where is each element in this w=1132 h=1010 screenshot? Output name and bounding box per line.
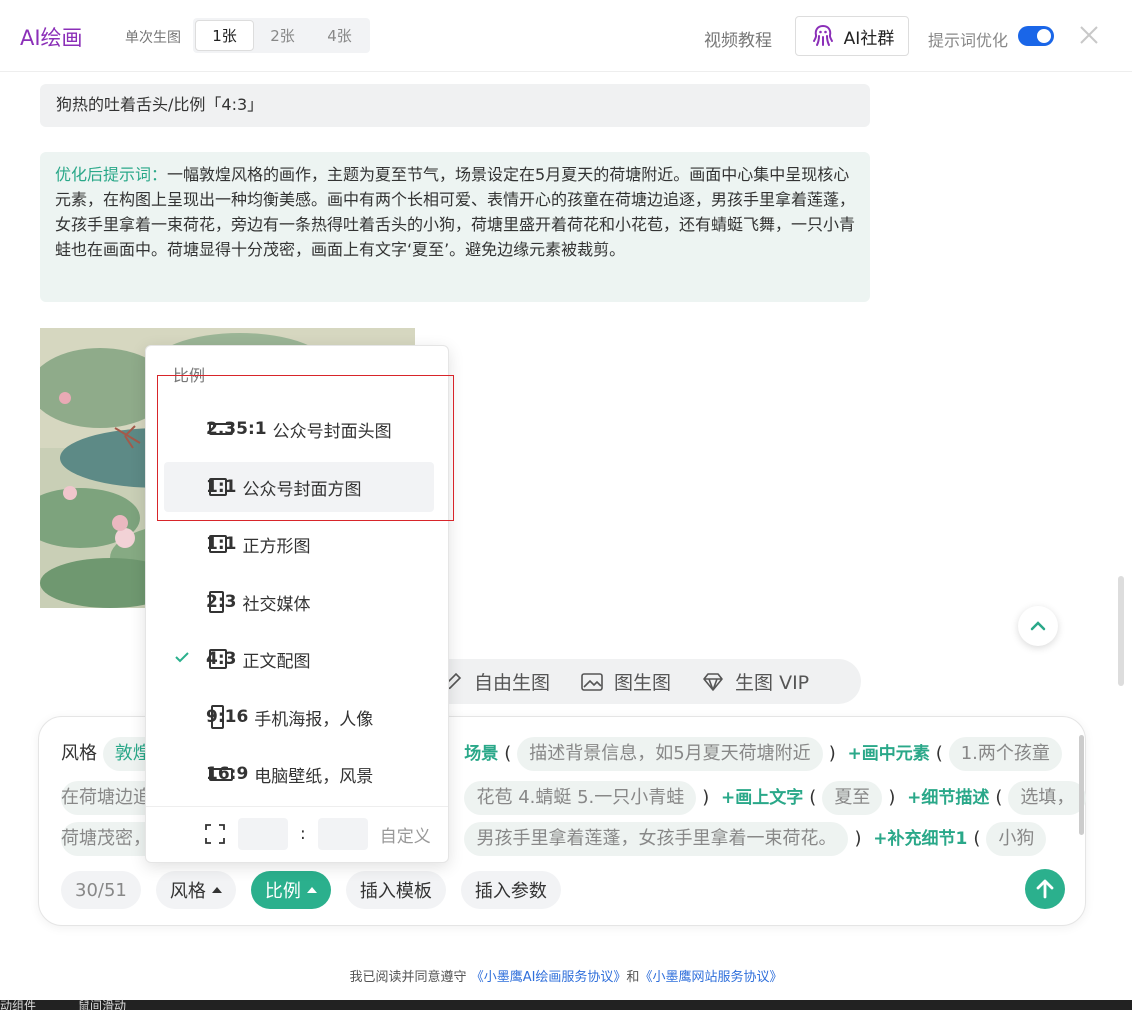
custom-width-input[interactable] — [238, 818, 288, 850]
ratio-label: 社交媒体 — [242, 594, 311, 615]
mode-vip-generate[interactable]: 生图 VIP — [701, 668, 809, 695]
agreement-prefix: 我已阅读并同意遵守 — [349, 970, 467, 985]
dropdown-divider — [146, 806, 448, 807]
detail-chip[interactable]: 选填， — [1008, 781, 1087, 815]
square-icon — [209, 535, 227, 553]
background-text-right: 鼠间滑动 — [78, 999, 127, 1010]
user-message-text: 狗热的吐着舌头/比例「4:3」 — [56, 95, 264, 114]
background-text-left: 动组件 — [0, 999, 37, 1010]
caret-up-icon — [211, 887, 222, 893]
wide-rect-icon — [209, 768, 233, 781]
ratio-label: 手机海报，人像 — [254, 709, 374, 730]
extra-detail-chip[interactable]: 小狗 — [986, 822, 1047, 856]
ratio-label: 公众号封面头图 — [272, 421, 392, 442]
ratio-option-1-1-square[interactable]: 1:1 正方形图 — [164, 519, 434, 569]
ratio-label: 正方形图 — [242, 536, 311, 557]
mode-image-to-image-label: 图生图 — [614, 672, 672, 694]
input-toolbar: 30/51 风格 比例 插入模板 插入参数 — [61, 871, 561, 909]
extra-detail-keyword: +补充细节1 — [873, 829, 968, 849]
close-icon[interactable] — [1078, 24, 1100, 46]
count-selector: 1张 2张 4张 — [193, 18, 370, 53]
top-bar: AI绘画 单次生图 1张 2张 4张 视频教程 AI社群 提示词优化 — [0, 0, 1132, 72]
custom-colon: : — [300, 824, 306, 844]
wide-rect-icon — [209, 423, 233, 435]
text-chip[interactable]: 夏至 — [822, 781, 883, 815]
style-label: 风格 — [61, 743, 97, 764]
image-icon — [581, 672, 603, 691]
count-option-2[interactable]: 2张 — [254, 20, 311, 51]
char-count: 30/51 — [61, 871, 141, 909]
elements-chip[interactable]: 1.两个孩童 — [948, 737, 1062, 771]
scene-chip[interactable]: 描述背景信息，如5月夏天荷塘附近 — [517, 737, 823, 771]
ratio-label: 公众号封面方图 — [242, 479, 362, 500]
scene-keyword: 场景 — [464, 744, 499, 764]
mode-free-generate-label: 自由生图 — [474, 672, 551, 694]
user-message: 狗热的吐着舌头/比例「4:3」 — [40, 84, 870, 127]
prompt-optimize-label: 提示词优化 — [928, 31, 1009, 50]
style-button[interactable]: 风格 — [155, 871, 236, 909]
ratio-button-label: 比例 — [264, 881, 301, 902]
square-icon — [209, 649, 227, 669]
page-scrollbar[interactable] — [1118, 576, 1124, 686]
ai-community-button[interactable]: AI社群 — [795, 16, 909, 56]
style-button-label: 风格 — [169, 881, 206, 902]
ratio-button[interactable]: 比例 — [250, 871, 331, 909]
mode-bar: 自由生图 图生图 生图 VIP — [420, 659, 861, 704]
ai-community-label: AI社群 — [843, 28, 895, 49]
text-keyword: +画上文字 — [721, 788, 804, 808]
video-tutorial-link[interactable]: 视频教程 — [704, 26, 772, 51]
toggle-knob — [1037, 29, 1051, 43]
scroll-up-button[interactable] — [1018, 606, 1058, 646]
mode-free-generate[interactable]: 自由生图 — [440, 668, 550, 695]
insert-template-button[interactable]: 插入模板 — [345, 871, 446, 909]
agreement-and: 和 — [626, 970, 640, 985]
portrait-rect-icon — [209, 591, 224, 613]
arrow-up-icon — [1036, 879, 1054, 899]
mode-vip-generate-label: 生图 VIP — [735, 672, 810, 694]
octopus-icon — [812, 25, 833, 46]
ratio-dropdown: 比例 2.35:1 公众号封面头图 1:1 公众号封面方图 1:1 正方形图 2:3 社… — [145, 345, 449, 863]
diamond-icon — [703, 672, 723, 691]
mode-image-to-image[interactable]: 图生图 — [580, 668, 671, 695]
count-label: 单次生图 — [125, 30, 181, 46]
detail-chip-end[interactable]: 男孩手里拿着莲蓬，女孩手里拿着一束荷花。 — [464, 822, 849, 856]
insert-param-button[interactable]: 插入参数 — [460, 871, 561, 909]
ratio-option-9-16[interactable]: 9:16 手机海报，人像 — [164, 692, 434, 742]
custom-height-input[interactable] — [317, 818, 368, 850]
count-option-4[interactable]: 4张 — [311, 20, 368, 51]
elements-chip-end[interactable]: 花苞 4.蜻蜓 5.一只小青蛙 — [464, 781, 697, 815]
send-button[interactable] — [1025, 869, 1065, 909]
square-icon — [209, 478, 227, 496]
custom-ratio-row: : 自定义 — [204, 818, 431, 850]
agreement-footer: 我已阅读并同意遵守 《小墨鹰AI绘画服务协议》和《小墨鹰网站服务协议》 — [0, 966, 1132, 985]
ratio-option-2-3[interactable]: 2:3 社交媒体 — [164, 577, 434, 627]
app-title: AI绘画 — [20, 26, 83, 50]
optimized-prefix: 优化后提示词： — [55, 165, 168, 184]
ratio-option-4-3[interactable]: 4:3 正文配图 — [164, 634, 434, 684]
caret-up-icon — [306, 887, 317, 893]
tall-rect-icon — [211, 705, 224, 729]
optimized-prompt-message: 优化后提示词：一幅敦煌风格的画作，主题为夏至节气，场景设定在5月夏天的荷塘附近。… — [40, 152, 870, 302]
background-strip: 动组件 鼠间滑动 — [0, 999, 1132, 1010]
ratio-option-1-1-cover[interactable]: 1:1 公众号封面方图 — [164, 462, 434, 512]
detail-keyword: +细节描述 — [907, 788, 990, 808]
site-service-agreement-link[interactable]: 《小墨鹰网站服务协议》 — [639, 970, 782, 985]
chevron-up-icon — [1030, 621, 1046, 631]
prompt-optimize-toggle[interactable] — [1018, 26, 1054, 46]
ratio-label: 正文配图 — [242, 651, 311, 672]
elements-keyword: +画中元素 — [847, 744, 930, 764]
ratio-label: 电脑壁纸，风景 — [254, 766, 374, 787]
count-option-1[interactable]: 1张 — [195, 20, 254, 51]
ai-service-agreement-link[interactable]: 《小墨鹰AI绘画服务协议》 — [471, 970, 627, 985]
ratio-option-16-9[interactable]: 16:9 电脑壁纸，风景 — [164, 749, 434, 799]
input-scrollbar[interactable] — [1079, 735, 1084, 835]
optimized-prompt-text: 一幅敦煌风格的画作，主题为夏至节气，场景设定在5月夏天的荷塘附近。画面中心集中呈… — [55, 165, 856, 259]
checkmark-icon — [175, 652, 189, 663]
custom-label[interactable]: 自定义 — [380, 822, 431, 847]
ratio-dropdown-header: 比例 — [173, 366, 206, 385]
ratio-option-2.35-1[interactable]: 2.35:1 公众号封面头图 — [164, 404, 434, 454]
expand-icon — [205, 824, 225, 844]
